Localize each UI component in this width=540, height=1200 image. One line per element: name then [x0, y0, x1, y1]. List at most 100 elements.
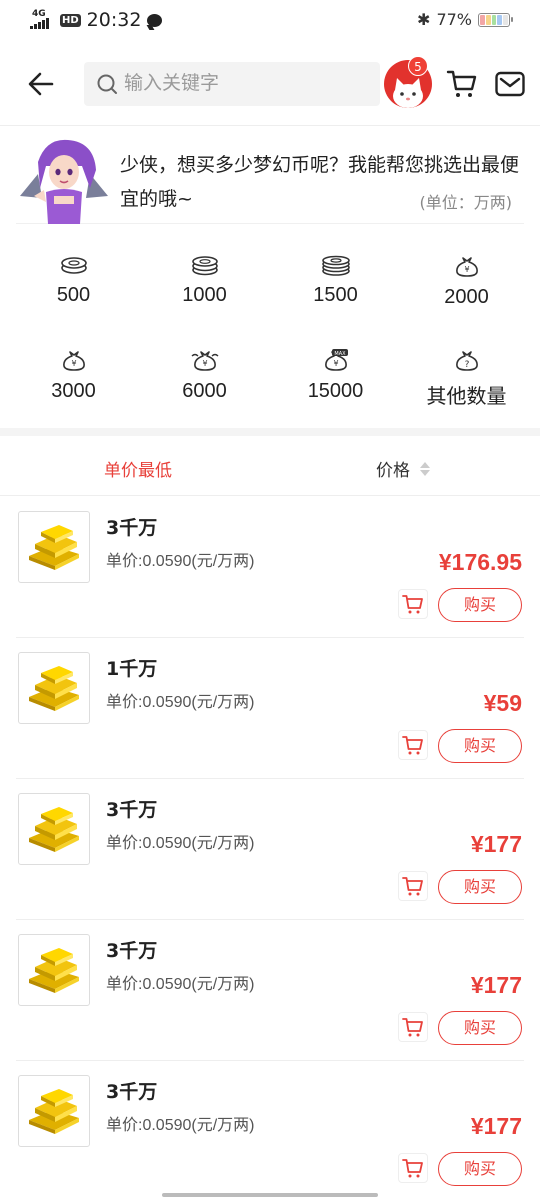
add-to-cart-button[interactable]	[398, 871, 428, 901]
listing-list: 3千万 单价:0.0590(元/万两) ¥176.95 购买 1千万 单价:0.…	[0, 497, 540, 1200]
coin-stack-small-icon	[60, 257, 87, 274]
buy-button[interactable]: 购买	[438, 588, 522, 622]
svg-text:¥: ¥	[71, 359, 76, 368]
amount-label: 1000	[182, 284, 227, 306]
gold-bars-icon	[29, 525, 79, 570]
messages-button[interactable]	[494, 68, 526, 100]
listing-item[interactable]: 3千万 单价:0.0590(元/万两) ¥177 购买	[16, 920, 524, 1061]
amount-option-500[interactable]: 500	[8, 244, 139, 338]
amount-label: 2000	[444, 286, 489, 308]
listing-title: 3千万	[106, 799, 158, 821]
add-to-cart-button[interactable]	[398, 730, 428, 760]
amount-option-1500[interactable]: 1500	[270, 244, 401, 338]
money-bag-double-icon: ¥	[191, 351, 218, 371]
amount-option-15000[interactable]: MAX ¥ 15000	[270, 338, 401, 432]
svg-text:¥: ¥	[464, 265, 469, 274]
assistant-banner: 少侠，想买多少梦幻币呢？我能帮您挑选出最便宜的哦~ (单位：万两)	[16, 132, 524, 224]
back-button[interactable]	[22, 64, 62, 104]
battery-icon	[478, 12, 513, 27]
money-bag-icon: ¥	[62, 351, 85, 371]
gold-bars-thumbnail	[18, 793, 90, 865]
unit-note: (单位：万两)	[419, 193, 513, 212]
listing-unit-price: 单价:0.0590(元/万两)	[106, 694, 255, 711]
gold-bars-thumbnail	[18, 1075, 90, 1147]
listing-title: 1千万	[106, 658, 158, 680]
listing-unit-price: 单价:0.0590(元/万两)	[106, 553, 255, 570]
gold-bars-thumbnail	[18, 934, 90, 1006]
amount-option-6000[interactable]: ¥ 6000	[139, 338, 270, 432]
game-character-mascot	[20, 139, 108, 224]
listing-title: 3千万	[106, 940, 158, 962]
status-left: 4G HD 20:32	[30, 9, 163, 31]
sort-bar: 单价最低 价格	[0, 436, 540, 496]
buy-button[interactable]: 购买	[438, 870, 522, 904]
coin-stack-medium-icon	[191, 256, 218, 276]
listing-price: ¥177	[470, 972, 522, 998]
sort-price-tab[interactable]: 价格	[376, 456, 430, 481]
money-bag-question-icon: ?	[455, 351, 478, 371]
amount-label: 500	[56, 284, 91, 306]
money-bag-max-icon: MAX ¥	[324, 349, 348, 371]
assistant-avatar-button[interactable]: 5	[384, 56, 432, 108]
svg-text:MAX: MAX	[334, 351, 346, 357]
cat-mascot-icon	[393, 78, 423, 108]
home-indicator[interactable]	[162, 1193, 378, 1197]
cart-plus-icon	[402, 736, 423, 755]
sort-price-label: 价格	[376, 461, 410, 481]
amount-option-1000[interactable]: 1000	[139, 244, 270, 338]
search-icon	[97, 74, 117, 94]
add-to-cart-button[interactable]	[398, 589, 428, 619]
listing-item[interactable]: 3千万 单价:0.0590(元/万两) ¥176.95 购买	[16, 497, 524, 638]
sort-lowest-unit-price-tab[interactable]: 单价最低	[104, 456, 172, 481]
gold-bars-thumbnail	[18, 652, 90, 724]
svg-text:?: ?	[464, 360, 469, 370]
add-to-cart-button[interactable]	[398, 1153, 428, 1183]
amount-option-3000[interactable]: ¥ 3000	[8, 338, 139, 432]
gold-bars-icon	[29, 666, 79, 711]
battery-percent: 77%	[436, 10, 472, 29]
amount-label: 1500	[313, 284, 358, 306]
listing-title: 3千万	[106, 1081, 158, 1103]
notification-badge: 5	[408, 56, 428, 76]
status-bar: 4G HD 20:32 ✱ 77%	[0, 0, 540, 42]
amount-label: 其他数量	[426, 386, 507, 408]
buy-button[interactable]: 购买	[438, 1152, 522, 1186]
gold-bars-thumbnail	[18, 511, 90, 583]
hd-voice-badge: HD	[60, 13, 81, 27]
listing-item[interactable]: 3千万 单价:0.0590(元/万两) ¥177 购买	[16, 1061, 524, 1200]
buy-button[interactable]: 购买	[438, 1011, 522, 1045]
mail-icon	[495, 71, 525, 97]
gold-bars-icon	[29, 807, 79, 852]
amount-option-other[interactable]: ? 其他数量	[401, 338, 532, 432]
cellular-signal-icon: 4G	[30, 9, 54, 31]
section-divider	[0, 428, 540, 436]
coin-stack-large-icon	[321, 255, 350, 276]
gold-bars-icon	[29, 1089, 79, 1134]
cart-plus-icon	[402, 595, 423, 614]
buy-button[interactable]: 购买	[438, 729, 522, 763]
amount-options: 500 1000 1500 ¥ 2000 ¥ 3000 ¥ 6000 MAX ¥…	[8, 244, 532, 432]
search-input[interactable]	[124, 73, 364, 95]
amount-option-2000[interactable]: ¥ 2000	[401, 244, 532, 338]
search-bar[interactable]	[84, 62, 380, 106]
cart-button[interactable]	[446, 68, 478, 100]
add-to-cart-button[interactable]	[398, 1012, 428, 1042]
shopping-cart-icon	[446, 70, 477, 97]
svg-text:¥: ¥	[333, 359, 338, 368]
arrow-left-icon	[28, 72, 54, 96]
cart-plus-icon	[402, 1159, 423, 1178]
gold-bars-icon	[29, 948, 79, 993]
listing-unit-price: 单价:0.0590(元/万两)	[106, 835, 255, 852]
amount-label: 3000	[51, 380, 96, 402]
svg-text:¥: ¥	[202, 359, 207, 368]
listing-price: ¥177	[470, 1113, 522, 1139]
message-notification-icon	[147, 13, 163, 27]
listing-item[interactable]: 1千万 单价:0.0590(元/万两) ¥59 购买	[16, 638, 524, 779]
listing-title: 3千万	[106, 517, 158, 539]
listing-price: ¥176.95	[438, 549, 522, 575]
top-navigation: 5	[0, 52, 540, 126]
cart-plus-icon	[402, 1018, 423, 1037]
sort-arrows-icon	[420, 461, 430, 476]
amount-label: 6000	[182, 380, 227, 402]
listing-item[interactable]: 3千万 单价:0.0590(元/万两) ¥177 购买	[16, 779, 524, 920]
